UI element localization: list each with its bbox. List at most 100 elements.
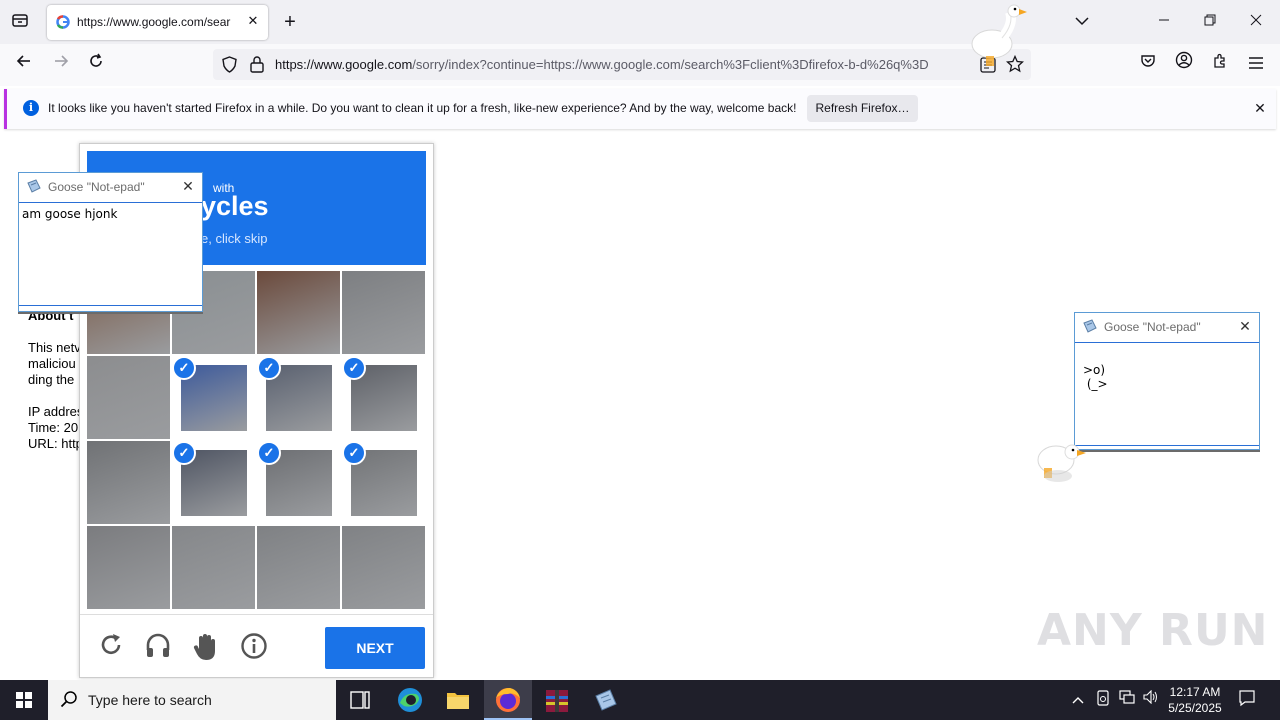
captcha-tile-image bbox=[257, 526, 340, 609]
captcha-tile[interactable] bbox=[257, 271, 340, 354]
new-tab-icon[interactable]: + bbox=[279, 11, 301, 33]
network-icon[interactable] bbox=[1117, 690, 1137, 710]
show-hidden-icons-chevron-up-icon[interactable] bbox=[1068, 690, 1088, 710]
tab-strip: https://www.google.com/sear ✕ + bbox=[0, 0, 1280, 44]
captcha-tile[interactable]: ✓ bbox=[172, 356, 255, 439]
notepad-text-area[interactable]: >o) (_> bbox=[1075, 342, 1259, 446]
tile-selected-check-icon: ✓ bbox=[257, 356, 281, 380]
tab-list-icon[interactable] bbox=[9, 11, 31, 33]
windows-taskbar: Type here to search 12:17 AM 5/25/2025 bbox=[0, 680, 1280, 720]
captcha-tile[interactable]: ✓ bbox=[342, 441, 425, 524]
notepad-text-area[interactable]: am goose hjonk bbox=[19, 202, 202, 306]
forward-arrow-icon[interactable] bbox=[47, 51, 75, 79]
lock-icon[interactable] bbox=[249, 55, 265, 73]
extensions-icon[interactable] bbox=[1206, 51, 1234, 79]
refresh-firefox-button[interactable]: Refresh Firefox… bbox=[807, 95, 918, 122]
notepad-title: Goose "Not-epad" bbox=[48, 180, 145, 194]
restore-icon[interactable] bbox=[1199, 11, 1221, 33]
goose-notepad-window[interactable]: Goose "Not-epad" ✕ am goose hjonk bbox=[18, 172, 203, 312]
goose-sprite-icon bbox=[1034, 434, 1088, 486]
notepad-titlebar[interactable]: Goose "Not-epad" ✕ bbox=[1075, 313, 1259, 341]
info-circle-icon[interactable] bbox=[239, 632, 269, 662]
captcha-tile-image bbox=[172, 526, 255, 609]
task-view-icon[interactable] bbox=[336, 680, 384, 720]
headphones-icon[interactable] bbox=[143, 632, 173, 662]
anyrun-watermark: ANY RUN bbox=[1037, 605, 1269, 656]
tile-selected-check-icon: ✓ bbox=[342, 441, 366, 465]
device-icon[interactable] bbox=[1093, 690, 1113, 710]
captcha-footer: NEXT bbox=[80, 614, 433, 678]
notepad-titlebar[interactable]: Goose "Not-epad" ✕ bbox=[19, 173, 202, 201]
captcha-tile[interactable]: ✓ bbox=[257, 441, 340, 524]
captcha-tile[interactable] bbox=[342, 526, 425, 609]
tile-selected-check-icon: ✓ bbox=[342, 356, 366, 380]
info-icon: i bbox=[23, 100, 39, 116]
url-path: /sorry/index?continue=https://www.google… bbox=[412, 57, 929, 72]
system-clock[interactable]: 12:17 AM 5/25/2025 bbox=[1162, 684, 1228, 716]
notepad-title: Goose "Not-epad" bbox=[1104, 320, 1201, 334]
file-explorer-icon[interactable] bbox=[434, 680, 482, 720]
captcha-tile-image bbox=[342, 526, 425, 609]
next-button[interactable]: NEXT bbox=[325, 627, 425, 669]
captcha-tile[interactable] bbox=[87, 356, 170, 439]
instruction-target: ycles bbox=[201, 191, 269, 221]
tile-selected-check-icon: ✓ bbox=[172, 441, 196, 465]
url-text[interactable]: https://www.google.com/sorry/index?conti… bbox=[275, 57, 970, 72]
clock-time: 12:17 AM bbox=[1169, 685, 1221, 699]
captcha-tile[interactable] bbox=[257, 526, 340, 609]
search-icon bbox=[60, 690, 78, 708]
menu-hamburger-icon[interactable] bbox=[1242, 51, 1270, 79]
captcha-tile[interactable]: ✓ bbox=[257, 356, 340, 439]
captcha-tile[interactable] bbox=[342, 271, 425, 354]
notifications-icon[interactable] bbox=[1237, 689, 1257, 709]
shield-icon[interactable] bbox=[221, 56, 238, 73]
notepad-close-icon[interactable]: ✕ bbox=[1237, 318, 1253, 334]
captcha-image-grid: ✓ ✓ ✓ ✓ ✓ ✓ bbox=[87, 271, 427, 611]
edge-browser-icon[interactable] bbox=[386, 680, 434, 720]
notepad-text: am goose hjonk bbox=[22, 207, 118, 221]
refresh-notification-bar: i It looks like you haven't started Fire… bbox=[4, 89, 1276, 129]
firefox-taskbar-icon[interactable] bbox=[484, 680, 532, 720]
goose-notepad-window[interactable]: Goose "Not-epad" ✕ >o) (_> bbox=[1074, 312, 1260, 450]
pocket-icon[interactable] bbox=[1134, 51, 1162, 79]
goose-sprite-icon bbox=[970, 2, 1032, 72]
hand-icon[interactable] bbox=[191, 632, 221, 662]
captcha-tile[interactable]: ✓ bbox=[342, 356, 425, 439]
captcha-tile-image bbox=[87, 441, 170, 524]
captcha-tile[interactable] bbox=[172, 526, 255, 609]
google-favicon-icon bbox=[56, 15, 70, 29]
taskbar-search-box[interactable]: Type here to search bbox=[48, 680, 336, 720]
navigation-bar: https://www.google.com/sorry/index?conti… bbox=[0, 44, 1280, 86]
minimize-icon[interactable] bbox=[1153, 11, 1175, 33]
captcha-tile-image bbox=[257, 271, 340, 354]
notepad-taskbar-icon[interactable] bbox=[582, 680, 630, 720]
reload-icon[interactable] bbox=[82, 51, 110, 79]
notepad-close-icon[interactable]: ✕ bbox=[180, 178, 196, 194]
captcha-tile-image bbox=[87, 526, 170, 609]
notepad-text: >o) (_> bbox=[1083, 363, 1108, 391]
notification-message: It looks like you haven't started Firefo… bbox=[48, 101, 797, 115]
browser-tab[interactable]: https://www.google.com/sear ✕ bbox=[47, 5, 268, 40]
notification-close-icon[interactable]: ✕ bbox=[1251, 99, 1269, 117]
window-close-icon[interactable] bbox=[1245, 11, 1267, 33]
tab-close-icon[interactable]: ✕ bbox=[245, 13, 261, 29]
captcha-tile[interactable]: ✓ bbox=[172, 441, 255, 524]
notepad-icon bbox=[1083, 319, 1097, 333]
reload-challenge-icon[interactable] bbox=[96, 632, 126, 662]
captcha-tile-image bbox=[342, 271, 425, 354]
volume-icon[interactable] bbox=[1141, 689, 1161, 710]
winrar-icon[interactable] bbox=[533, 680, 581, 720]
chevron-down-icon[interactable] bbox=[1071, 11, 1093, 33]
back-arrow-icon[interactable] bbox=[10, 51, 38, 79]
search-placeholder: Type here to search bbox=[88, 692, 212, 708]
tile-selected-check-icon: ✓ bbox=[257, 441, 281, 465]
account-icon[interactable] bbox=[1170, 51, 1198, 79]
clock-date: 5/25/2025 bbox=[1168, 701, 1222, 715]
windows-start-icon[interactable] bbox=[0, 680, 48, 720]
instruction-line-3: e, click skip bbox=[201, 231, 268, 246]
url-bar[interactable]: https://www.google.com/sorry/index?conti… bbox=[213, 49, 1031, 80]
captcha-tile[interactable] bbox=[87, 441, 170, 524]
tab-title: https://www.google.com/sear bbox=[77, 15, 231, 29]
tile-selected-check-icon: ✓ bbox=[172, 356, 196, 380]
captcha-tile[interactable] bbox=[87, 526, 170, 609]
